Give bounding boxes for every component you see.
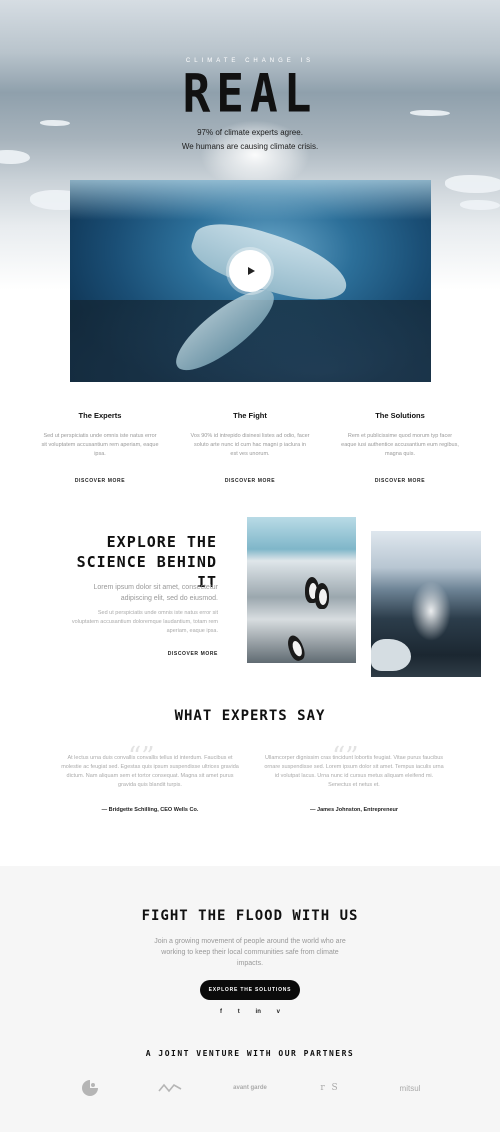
quote-author: — James Johnston, Entrepreneur <box>309 807 399 813</box>
partner-logo-rs: r S <box>320 1083 340 1093</box>
feature-text: Vos 90% id intrepido disinesi listes ad … <box>190 433 310 457</box>
feature-title: The Solutions <box>375 411 425 420</box>
play-button[interactable] <box>229 250 271 292</box>
video-player[interactable] <box>70 180 431 382</box>
quote-text: Ullamcorper dignissim cras tincidunt lob… <box>264 755 444 788</box>
penguin <box>284 633 308 663</box>
discover-more-link[interactable]: DISCOVER MORE <box>225 478 275 484</box>
cta-title: FIGHT THE FLOOD WITH US <box>141 908 359 924</box>
twitter-icon[interactable]: t <box>238 1009 240 1015</box>
penguins-photo <box>247 517 356 663</box>
experts-title: WHAT EXPERTS SAY <box>174 708 326 724</box>
ice-floe <box>371 639 411 671</box>
ocean-photo <box>371 531 481 677</box>
quote-author: — Bridgette Schilling, CEO Wells Co. <box>101 807 199 813</box>
feature-text: Rem et publicissime quod morum typ facer… <box>341 433 459 457</box>
explore-title-line1: EXPLORE THE <box>106 533 217 551</box>
feature-experts: The Experts Sed ut perspiciatis unde omn… <box>40 411 160 487</box>
feature-text: Sed ut perspiciatis unde omnis iste natu… <box>41 433 159 457</box>
penguin <box>315 583 329 609</box>
facebook-icon[interactable]: f <box>220 1009 222 1015</box>
ice-floe <box>0 150 30 164</box>
partners-title: A JOINT VENTURE WITH OUR PARTNERS <box>145 1049 355 1058</box>
partner-logo-mitsul: mitsul <box>399 1083 421 1093</box>
hero-title: REAL <box>182 61 318 125</box>
explore-body: Sed ut perspiciatis unde omnis iste natu… <box>71 610 218 634</box>
explore-solutions-button[interactable]: EXPLORE THE SOLUTIONS <box>200 980 300 1000</box>
vimeo-icon[interactable]: v <box>277 1009 280 1015</box>
ice-floe <box>445 175 500 193</box>
instagram-icon[interactable]: in <box>256 1009 261 1015</box>
discover-more-link[interactable]: DISCOVER MORE <box>118 651 218 657</box>
discover-more-link[interactable]: DISCOVER MORE <box>375 478 425 484</box>
ice-floe <box>460 200 500 210</box>
features-row: The Experts Sed ut perspiciatis unde omn… <box>40 411 460 487</box>
sun-glint <box>411 581 451 641</box>
partner-logo-1 <box>70 1078 110 1098</box>
partner-logos: avant garde r S mitsul <box>70 1078 430 1098</box>
water-surface <box>70 180 431 220</box>
explore-lead: Lorem ipsum dolor sit amet, consectetur … <box>93 584 219 602</box>
discover-more-link[interactable]: DISCOVER MORE <box>75 478 125 484</box>
partner-logo-2 <box>150 1078 190 1098</box>
social-links: f t in v <box>220 1009 280 1015</box>
feature-title: The Experts <box>78 411 122 420</box>
hero-subtitle-2: We humans are causing climate crisis. <box>181 142 319 151</box>
quote-text: At lectus urna duis convallis convallis … <box>61 755 239 788</box>
play-icon <box>247 267 255 275</box>
partner-logo-avant-garde: avant garde <box>233 1085 267 1091</box>
cta-text: Join a growing movement of people around… <box>154 938 346 967</box>
feature-title: The Fight <box>233 411 267 420</box>
feature-fight: The Fight Vos 90% id intrepido disinesi … <box>190 411 310 487</box>
feature-solutions: The Solutions Rem et publicissime quod m… <box>340 411 460 487</box>
hero-subtitle-1: 97% of climate experts agree. <box>197 128 303 137</box>
